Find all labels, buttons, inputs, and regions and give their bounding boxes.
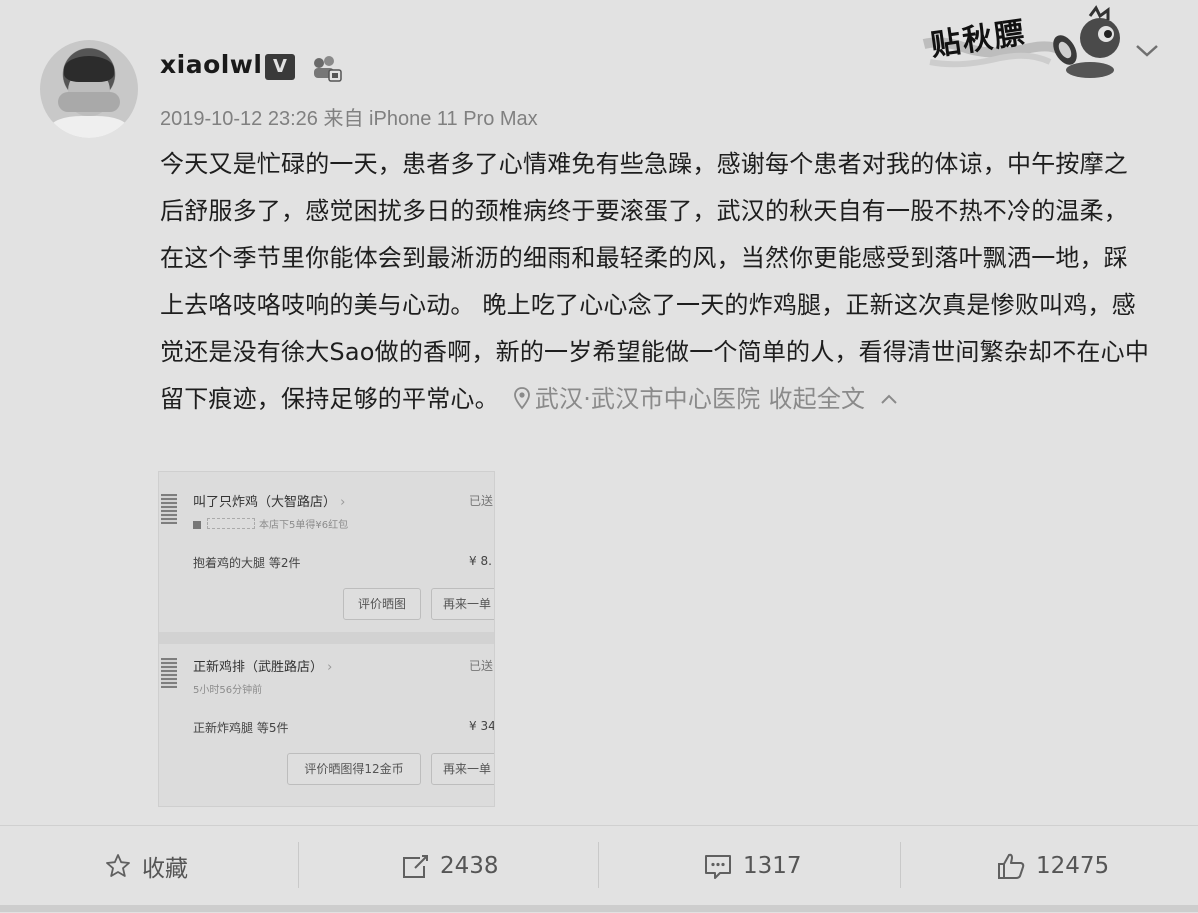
location-link[interactable]: 武汉·武汉市中心医院 bbox=[513, 385, 761, 413]
repost-count: 2438 bbox=[440, 853, 499, 879]
action-separator bbox=[298, 842, 299, 888]
action-separator bbox=[598, 842, 599, 888]
order-subline: 本店下5单得¥6红包 bbox=[193, 516, 348, 531]
post-timestamp[interactable]: 2019-10-12 23:26 bbox=[160, 108, 318, 130]
action-separator bbox=[900, 842, 901, 888]
attached-image[interactable]: 叫了只炸鸡（大智路店） › 已送 本店下5单得¥6红包 抱着鸡的大腿 等2件 ¥… bbox=[158, 471, 495, 807]
share-icon bbox=[403, 855, 428, 878]
like-button[interactable]: 12475 bbox=[996, 844, 1109, 888]
username[interactable]: xiaolwl bbox=[160, 50, 262, 79]
verified-v-icon: V bbox=[265, 54, 295, 80]
favorite-label: 收藏 bbox=[142, 856, 188, 882]
store-name: 正新鸡排（武胜路店） › bbox=[193, 660, 333, 675]
order-status: 已送 bbox=[469, 659, 494, 673]
chevron-down-icon[interactable] bbox=[1132, 38, 1162, 62]
chevron-up-icon[interactable] bbox=[879, 392, 899, 406]
post-meta: 2019-10-12 23:26 来自 iPhone 11 Pro Max bbox=[160, 102, 538, 131]
avatar[interactable] bbox=[40, 40, 138, 138]
collapse-button[interactable]: 收起全文 bbox=[768, 385, 865, 413]
favorite-button[interactable]: 收藏 bbox=[104, 844, 188, 888]
review-button: 评价晒图 bbox=[343, 588, 421, 620]
comment-button[interactable]: 1317 bbox=[703, 844, 802, 888]
comment-count: 1317 bbox=[743, 853, 802, 879]
like-count: 12475 bbox=[1036, 853, 1110, 879]
order-card: 正新鸡排（武胜路店） › 已送 5小时56分钟前 正新炸鸡腿 等5件 ¥ 34 … bbox=[159, 644, 494, 806]
star-icon bbox=[106, 854, 130, 877]
post-text: 今天又是忙碌的一天，患者多了心情难免有些急躁，感谢每个患者对我的体谅，中午按摩之… bbox=[160, 150, 1150, 413]
thumbs-up-icon bbox=[998, 853, 1025, 879]
comment-icon bbox=[705, 855, 731, 879]
reorder-button: 再来一单 bbox=[431, 588, 494, 620]
weibo-post-card: xiaolwl V 2019-10-12 23:26 来自 iPhone 11 … bbox=[0, 0, 1198, 913]
avatar-shirt bbox=[50, 116, 128, 138]
action-bar: 收藏 2438 1317 12475 bbox=[0, 825, 1198, 913]
order-divider bbox=[159, 632, 494, 644]
store-name: 叫了只炸鸡（大智路店） › bbox=[193, 495, 346, 510]
order-subline: 5小时56分钟前 bbox=[193, 685, 263, 696]
store-logo-icon bbox=[161, 494, 177, 524]
location-text[interactable]: 武汉·武汉市中心医院 bbox=[535, 385, 761, 413]
order-item: 正新炸鸡腿 等5件 bbox=[193, 721, 289, 735]
order-item: 抱着鸡的大腿 等2件 bbox=[193, 556, 301, 570]
post-source: 来自 iPhone 11 Pro Max bbox=[323, 108, 538, 130]
order-status: 已送 bbox=[469, 494, 494, 508]
avatar-hands bbox=[58, 92, 120, 112]
member-icon[interactable] bbox=[310, 53, 342, 83]
post-body: 今天又是忙碌的一天，患者多了心情难免有些急躁，感谢每个患者对我的体谅，中午按摩之… bbox=[160, 141, 1150, 423]
avatar-hair bbox=[64, 56, 114, 82]
order-price: ¥ 34 bbox=[469, 719, 495, 733]
order-price: ¥ 8. bbox=[469, 554, 492, 568]
location-pin-icon bbox=[513, 387, 530, 410]
repost-button[interactable]: 2438 bbox=[400, 844, 499, 888]
order-card: 叫了只炸鸡（大智路店） › 已送 本店下5单得¥6红包 抱着鸡的大腿 等2件 ¥… bbox=[159, 472, 494, 632]
store-logo-icon bbox=[161, 658, 177, 688]
reorder-button: 再来一单 bbox=[431, 753, 494, 785]
review-button: 评价晒图得12金币 bbox=[287, 753, 421, 785]
bottom-edge bbox=[0, 905, 1198, 912]
